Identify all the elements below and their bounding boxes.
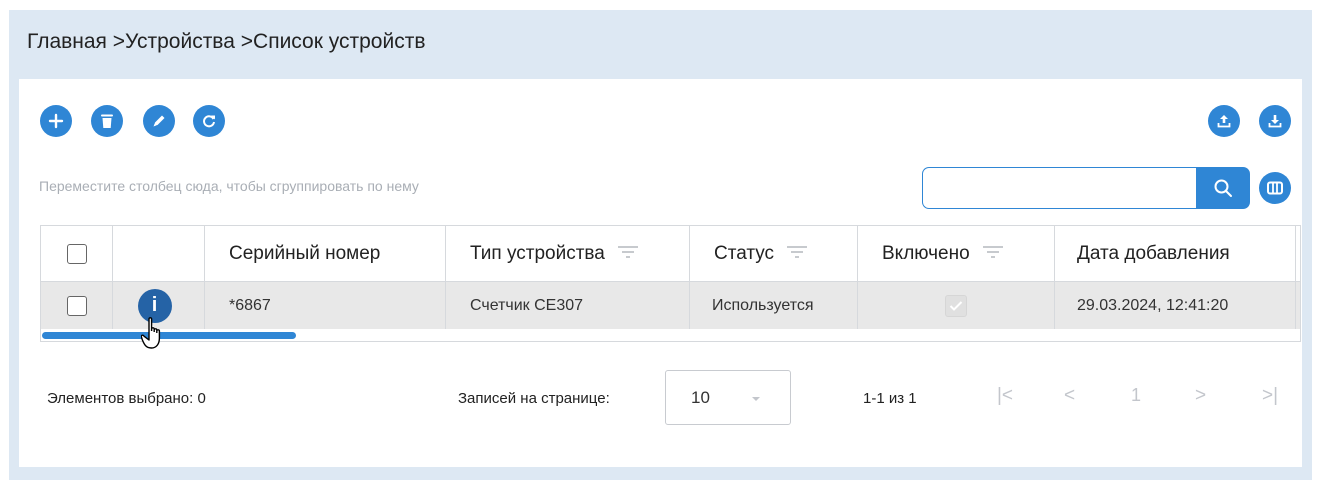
- column-header-enabled-label: Включено: [882, 242, 970, 264]
- enabled-checkbox: [945, 294, 967, 317]
- last-page-button[interactable]: >|: [1262, 385, 1278, 407]
- column-header-status-label: Статус: [714, 242, 775, 264]
- column-header-status[interactable]: Статус: [690, 226, 858, 281]
- table-row[interactable]: i *6867 Счетчик СЕ307 Используется 29.03…: [41, 282, 1300, 329]
- column-header-type-label: Тип устройства: [470, 242, 605, 264]
- current-page-number[interactable]: 1: [1131, 385, 1141, 406]
- page-range: 1-1 из 1: [863, 390, 917, 407]
- row-select-cell: [41, 282, 113, 329]
- next-page-button[interactable]: >: [1195, 385, 1206, 407]
- column-header-type[interactable]: Тип устройства: [446, 226, 690, 281]
- add-button[interactable]: [40, 105, 72, 137]
- cell-status: Используется: [690, 282, 858, 329]
- prev-page-button[interactable]: <: [1064, 385, 1075, 407]
- upload-button[interactable]: [1208, 105, 1240, 137]
- breadcrumb-item-device-list: Список устройств: [253, 30, 426, 53]
- cell-type: Счетчик СЕ307: [446, 282, 690, 329]
- breadcrumb-item-home[interactable]: Главная: [27, 30, 107, 53]
- group-drop-zone[interactable]: Переместите столбец сюда, чтобы сгруппир…: [39, 178, 419, 194]
- column-header-enabled[interactable]: Включено: [858, 226, 1055, 281]
- refresh-icon: [203, 115, 215, 128]
- breadcrumb-item-devices[interactable]: Устройства: [125, 30, 235, 53]
- row-checkbox[interactable]: [66, 295, 87, 316]
- columns-icon: [1267, 181, 1283, 195]
- column-header-serial-label: Серийный номер: [229, 242, 381, 264]
- download-icon: [1268, 115, 1282, 128]
- info-icon: i: [151, 294, 158, 316]
- check-icon: [949, 300, 963, 311]
- edit-button[interactable]: [143, 105, 175, 137]
- filter-icon[interactable]: [617, 243, 639, 265]
- cell-date: 29.03.2024, 12:41:20: [1055, 282, 1296, 329]
- per-page-label: Записей на странице:: [458, 390, 610, 407]
- column-header-date-label: Дата добавления: [1077, 242, 1230, 264]
- download-button[interactable]: [1259, 105, 1291, 137]
- selected-count: Элементов выбрано: 0: [47, 390, 206, 407]
- search-button[interactable]: [1196, 167, 1250, 209]
- per-page-select[interactable]: 10: [665, 370, 791, 425]
- refresh-button[interactable]: [193, 105, 225, 137]
- cell-serial: *6867: [205, 282, 446, 329]
- select-all-checkbox[interactable]: [66, 243, 87, 264]
- trash-icon: [101, 114, 113, 128]
- pencil-icon: [153, 115, 165, 127]
- column-header-date[interactable]: Дата добавления: [1055, 226, 1296, 281]
- breadcrumb-separator: >: [234, 30, 254, 53]
- filter-icon[interactable]: [982, 243, 1004, 265]
- cell-enabled: [858, 282, 1055, 329]
- chevron-down-icon: [752, 397, 760, 401]
- breadcrumb-separator: >: [106, 30, 126, 53]
- delete-button[interactable]: [91, 105, 123, 137]
- per-page-value: 10: [691, 388, 710, 407]
- upload-icon: [1217, 115, 1231, 128]
- devices-table: Серийный номер Тип устройства Статус Вкл…: [40, 225, 1301, 342]
- search-icon: [1214, 179, 1232, 197]
- breadcrumb: Главная >Устройства >Список устройств: [27, 30, 425, 54]
- filter-icon[interactable]: [786, 243, 808, 265]
- column-header-serial[interactable]: Серийный номер: [205, 226, 446, 281]
- columns-button[interactable]: [1259, 172, 1291, 204]
- search-input[interactable]: [922, 167, 1196, 209]
- header-select-cell: [41, 226, 113, 281]
- table-header: Серийный номер Тип устройства Статус Вкл…: [41, 226, 1300, 282]
- plus-icon: [48, 113, 64, 129]
- horizontal-scrollbar[interactable]: [42, 332, 296, 339]
- hand-cursor-icon: [141, 317, 161, 349]
- header-actions-cell: [113, 226, 205, 281]
- first-page-button[interactable]: |<: [997, 385, 1013, 407]
